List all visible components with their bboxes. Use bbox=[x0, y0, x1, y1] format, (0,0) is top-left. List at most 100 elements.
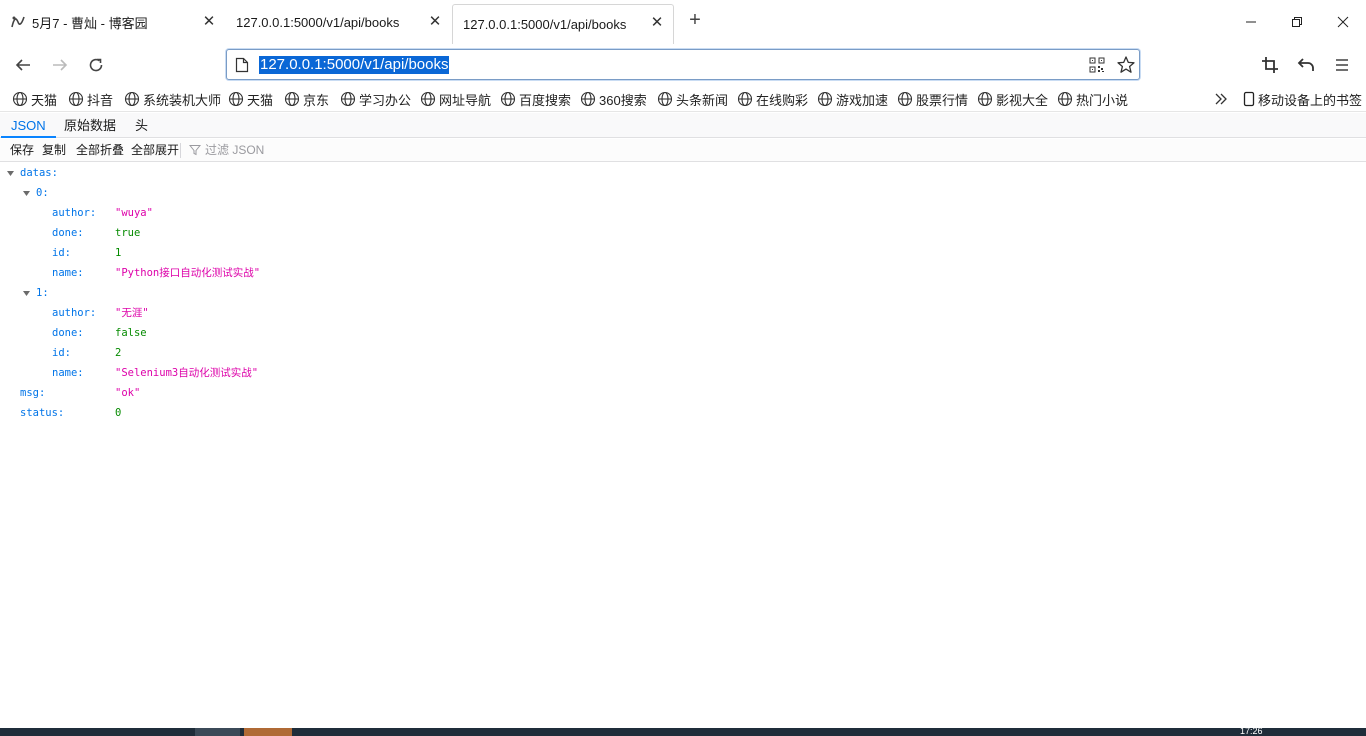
qr-code-icon[interactable] bbox=[1089, 57, 1105, 73]
minimize-icon[interactable] bbox=[1241, 12, 1261, 32]
bookmark-label: 系统装机大师 bbox=[143, 92, 222, 108]
tab-blog[interactable]: 5月7 - 曹灿 - 博客园 ✕ bbox=[0, 4, 225, 40]
bookmark-item[interactable]: 股票行情 bbox=[897, 90, 968, 108]
bookmark-star-icon[interactable] bbox=[1116, 55, 1136, 75]
json-key: done: bbox=[52, 227, 84, 239]
tree-row[interactable]: id: 1 bbox=[52, 243, 352, 263]
bookmark-label: 京东 bbox=[303, 92, 330, 108]
close-icon[interactable]: ✕ bbox=[427, 13, 443, 30]
tree-row[interactable]: author: "无涯" bbox=[52, 303, 352, 323]
bookmark-item[interactable]: 影视大全 bbox=[977, 90, 1048, 108]
tab-raw-data[interactable]: 原始数据 bbox=[54, 113, 126, 138]
bookmark-item[interactable]: 热门小说 bbox=[1057, 90, 1128, 108]
bookmark-item[interactable]: 头条新闻 bbox=[657, 90, 728, 108]
bookmark-label: 热门小说 bbox=[1076, 92, 1129, 108]
tab-label: 127.0.0.1:5000/v1/api/books bbox=[463, 17, 627, 32]
globe-icon bbox=[737, 91, 753, 107]
json-key: status: bbox=[20, 407, 65, 419]
tree-row[interactable]: name: "Selenium3自动化测试实战" bbox=[52, 363, 452, 383]
undo-icon[interactable] bbox=[1295, 54, 1317, 76]
crop-icon[interactable] bbox=[1259, 54, 1281, 76]
globe-icon bbox=[228, 91, 244, 107]
page-icon bbox=[235, 57, 249, 73]
tree-row[interactable]: name: "Python接口自动化测试实战" bbox=[52, 263, 452, 283]
json-key: name: bbox=[52, 367, 84, 379]
close-icon[interactable]: ✕ bbox=[649, 14, 665, 31]
menu-icon[interactable] bbox=[1331, 54, 1353, 76]
globe-icon bbox=[420, 91, 436, 107]
restore-icon[interactable] bbox=[1287, 12, 1307, 32]
globe-icon bbox=[340, 91, 356, 107]
filter-placeholder: 过滤 JSON bbox=[205, 143, 265, 157]
json-viewer-tabs: JSON 原始数据 头 bbox=[0, 113, 1366, 138]
reload-icon[interactable] bbox=[85, 54, 107, 76]
bookmark-item[interactable]: 天猫 bbox=[228, 90, 273, 108]
expand-triangle-icon[interactable] bbox=[22, 189, 31, 198]
expand-all-button[interactable]: 全部展开 bbox=[131, 142, 179, 158]
back-arrow-icon[interactable] bbox=[12, 54, 34, 76]
url-text[interactable]: 127.0.0.1:5000/v1/api/books bbox=[259, 56, 450, 74]
globe-icon bbox=[1057, 91, 1073, 107]
json-key: datas: bbox=[20, 167, 58, 179]
tab-books-1[interactable]: 127.0.0.1:5000/v1/api/books ✕ bbox=[226, 4, 451, 40]
bookmark-item[interactable]: 天猫 bbox=[12, 90, 57, 108]
json-key: id: bbox=[52, 247, 71, 259]
bookmark-item[interactable]: 学习办公 bbox=[340, 90, 411, 108]
tab-label: 5月7 - 曹灿 - 博客园 bbox=[32, 15, 148, 31]
tree-row[interactable]: done: false bbox=[52, 323, 352, 343]
copy-button[interactable]: 复制 bbox=[42, 142, 66, 158]
bookmark-item[interactable]: 京东 bbox=[284, 90, 329, 108]
bookmark-item[interactable]: 360搜索 bbox=[580, 90, 647, 108]
tree-row[interactable]: id: 2 bbox=[52, 343, 352, 363]
close-icon[interactable]: ✕ bbox=[201, 13, 217, 30]
tab-books-2[interactable]: 127.0.0.1:5000/v1/api/books ✕ bbox=[452, 4, 674, 44]
json-value: 0 bbox=[115, 407, 122, 419]
globe-icon bbox=[657, 91, 673, 107]
more-bookmarks-chevron-icon[interactable] bbox=[1213, 90, 1232, 108]
bookmark-item[interactable]: 游戏加速 bbox=[817, 90, 888, 108]
expand-triangle-icon[interactable] bbox=[22, 289, 31, 298]
globe-icon bbox=[977, 91, 993, 107]
bookmark-label: 百度搜索 bbox=[519, 92, 572, 108]
new-tab-button[interactable]: + bbox=[685, 10, 705, 31]
filter-json-input[interactable]: 过滤 JSON bbox=[189, 142, 264, 158]
bookmark-label: 游戏加速 bbox=[836, 92, 889, 108]
json-key: name: bbox=[52, 267, 84, 279]
tree-row[interactable]: done: true bbox=[52, 223, 352, 243]
json-value: "Selenium3自动化测试实战" bbox=[115, 367, 259, 379]
expand-triangle-icon[interactable] bbox=[6, 169, 15, 178]
mobile-bookmarks[interactable]: 移动设备上的书签 bbox=[1243, 90, 1362, 108]
bookmarks-bar: 天猫 抖音 系统装机大师 天猫 京东 学习办公 网址导航 百度搜索 360搜索 … bbox=[0, 86, 1366, 112]
tree-row[interactable]: author: "wuya" bbox=[52, 203, 352, 223]
tree-row-msg[interactable]: msg: "ok" bbox=[20, 383, 320, 403]
tree-row-status[interactable]: status: 0 bbox=[20, 403, 320, 423]
bookmark-label: 股票行情 bbox=[916, 92, 969, 108]
json-key: done: bbox=[52, 327, 84, 339]
globe-icon bbox=[284, 91, 300, 107]
taskbar-app-icon[interactable] bbox=[195, 728, 240, 736]
collapse-all-button[interactable]: 全部折叠 bbox=[76, 142, 124, 158]
json-key: 0: bbox=[36, 187, 49, 199]
bookmark-item[interactable]: 在线购彩 bbox=[737, 90, 808, 108]
tab-json[interactable]: JSON bbox=[1, 113, 56, 138]
taskbar-clock[interactable]: 17:26 bbox=[1240, 728, 1280, 736]
json-value: 1 bbox=[115, 247, 122, 259]
close-window-icon[interactable] bbox=[1333, 12, 1353, 32]
globe-icon bbox=[897, 91, 913, 107]
bookmark-item[interactable]: 网址导航 bbox=[420, 90, 491, 108]
bookmark-item[interactable]: 系统装机大师 bbox=[124, 90, 221, 108]
save-button[interactable]: 保存 bbox=[10, 142, 34, 158]
bookmark-label: 天猫 bbox=[31, 92, 58, 108]
bookmark-label: 抖音 bbox=[87, 92, 114, 108]
address-bar[interactable]: 127.0.0.1:5000/v1/api/books bbox=[226, 49, 1140, 80]
bookmark-label: 学习办公 bbox=[359, 92, 412, 108]
bookmark-item[interactable]: 抖音 bbox=[68, 90, 113, 108]
tab-headers[interactable]: 头 bbox=[125, 113, 158, 138]
taskbar-app-icon[interactable] bbox=[244, 728, 292, 736]
bookmark-item[interactable]: 百度搜索 bbox=[500, 90, 571, 108]
json-key: author: bbox=[52, 207, 97, 219]
forward-arrow-icon[interactable] bbox=[49, 54, 71, 76]
bookmark-label: 头条新闻 bbox=[676, 92, 729, 108]
globe-icon bbox=[580, 91, 596, 107]
bookmark-label: 天猫 bbox=[247, 92, 274, 108]
